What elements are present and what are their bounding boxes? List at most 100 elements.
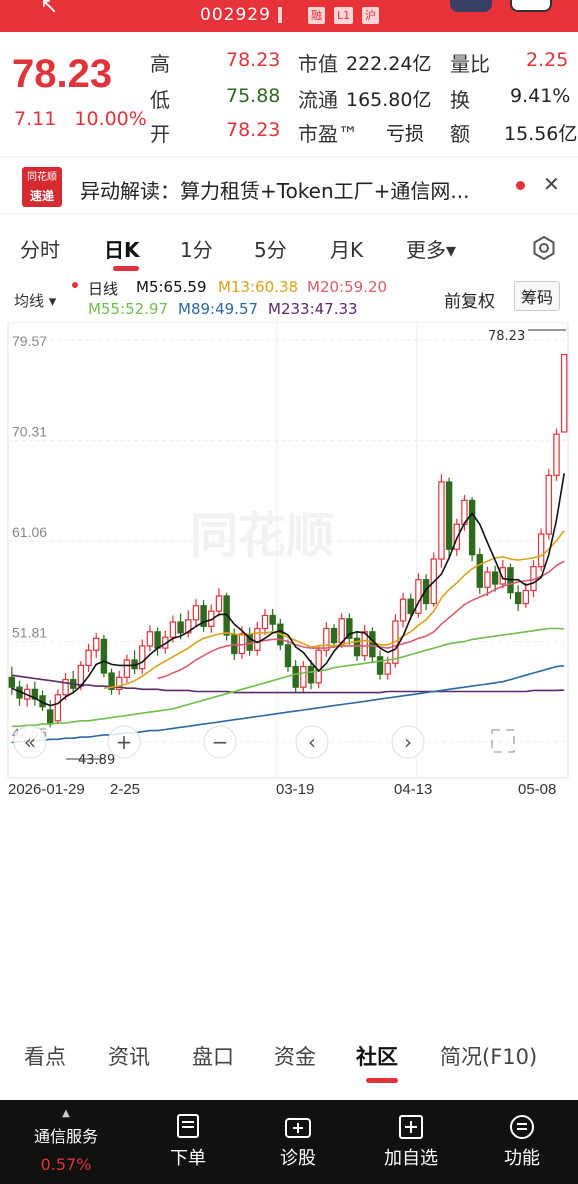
period-tabs: 分时 日K 1分 5分 月K 更多▾ (0, 222, 578, 272)
candle-body (139, 645, 146, 670)
candle-body (369, 631, 376, 658)
tag-exchange: 沪 (362, 7, 379, 24)
x-tick-label: 04-13 (394, 781, 432, 798)
pe-value: 亏损 (386, 123, 425, 145)
market-cap-value: 222.24亿 (346, 53, 432, 75)
tab-highlights[interactable]: 看点 (24, 1041, 66, 1071)
diagnose-icon (285, 1118, 311, 1138)
tab-daily-k[interactable]: 日K (104, 234, 140, 263)
tag-margin: 融 (308, 7, 325, 24)
tab-capital[interactable]: 资金 (274, 1041, 316, 1071)
candle-body (8, 676, 16, 688)
low-label: 低 (150, 88, 170, 112)
legend-dot (72, 282, 78, 288)
pk-icon[interactable] (450, 0, 492, 12)
info-tabs: 看点 资讯 盘口 资金 社区 简况(F10) (0, 1033, 578, 1089)
price-change: 7.11 10.00% (14, 108, 147, 130)
zoom-next-icon: › (404, 730, 412, 754)
pe-label: 市盈™ (298, 122, 358, 146)
x-tick-label: 2026-01-29 (8, 781, 85, 798)
candle-body (484, 571, 491, 588)
candle-body (215, 595, 223, 612)
nav-add-watchlist[interactable]: 加自选 (378, 1114, 444, 1170)
candle-body (476, 554, 483, 588)
logo-top-text: 同花顺 (27, 172, 57, 183)
open-label: 开 (150, 122, 170, 146)
tab-profile-f10[interactable]: 简况(F10) (440, 1041, 537, 1071)
sector-name: 通信服务 (33, 1127, 98, 1146)
candle-body (46, 709, 54, 725)
market-cap-label: 市值 (298, 52, 338, 76)
candle-body (330, 627, 338, 644)
candle-body (85, 649, 92, 667)
unread-dot-icon (516, 181, 525, 190)
high-value: 78.23 (226, 49, 281, 71)
news-headline[interactable]: 异动解读：算力租赁+Token工厂+通信网... (80, 175, 470, 204)
open-value: 78.23 (226, 119, 281, 141)
candle-body (154, 631, 161, 649)
legend-m55: M55:52.97 (88, 300, 169, 318)
nav-order[interactable]: 下单 (160, 1114, 216, 1170)
news-banner[interactable]: 同花顺 速递 异动解读：算力租赁+Token工厂+通信网... ✕ (0, 156, 578, 214)
share-icon[interactable] (510, 0, 552, 12)
tab-intraday[interactable]: 分时 (20, 234, 60, 263)
candle-body (307, 665, 315, 684)
zoom-prev-button[interactable]: ‹ (295, 725, 329, 759)
y-tick-label: 70.31 (12, 424, 47, 440)
back-arrow-icon[interactable]: ↖ (40, 0, 58, 19)
expand-up-icon: ▲ (62, 1108, 70, 1119)
tab-news[interactable]: 资讯 (108, 1041, 150, 1071)
settings-gear-icon[interactable] (532, 236, 556, 260)
candle-body (93, 637, 100, 651)
candle-body (100, 638, 108, 674)
candle-body (376, 656, 384, 675)
zoom-add-button[interactable]: + (107, 725, 141, 759)
nav-add-watchlist-label: 加自选 (384, 1148, 438, 1169)
candle-body (169, 621, 177, 638)
tab-5min[interactable]: 5分 (254, 234, 287, 263)
nav-diagnose[interactable]: 诊股 (270, 1114, 326, 1170)
top-bar: ↖ 002929 融 L1 沪 (0, 0, 578, 32)
volume-ratio-value: 2.25 (526, 49, 569, 71)
candle-body (292, 665, 299, 688)
chips-button[interactable]: 筹码 (514, 281, 561, 311)
watermark-logo: 同花顺 (190, 508, 334, 564)
candle-body (177, 621, 184, 634)
ma-selector[interactable]: 均线 ▾ (14, 290, 56, 311)
zoom-add-icon: + (116, 730, 133, 754)
low-value: 75.88 (226, 85, 281, 107)
legend-m233: M233:47.33 (268, 300, 358, 318)
tab-monthly-k[interactable]: 月K (330, 234, 363, 263)
zoom-next-button[interactable]: › (391, 725, 425, 759)
amount-label: 额 (450, 122, 470, 146)
logo-bottom-text: 速递 (29, 189, 54, 203)
zoom-minus-button[interactable]: − (203, 725, 237, 759)
legend-m89: M89:49.57 (178, 300, 259, 318)
zoom-shrink-icon: « (24, 730, 36, 754)
candle-body (407, 598, 414, 614)
bottom-nav: ▲ 通信服务 0.57% 下单 诊股 加自选 功能 (0, 1100, 578, 1184)
max-price-label: 78.23 (488, 329, 525, 344)
candle-body (238, 633, 246, 655)
turnover-value: 9.41% (510, 85, 571, 107)
tab-more[interactable]: 更多▾ (406, 234, 456, 263)
sector-info[interactable]: ▲ 通信服务 0.57% (20, 1108, 112, 1174)
tab-orderbook[interactable]: 盘口 (192, 1041, 234, 1071)
stock-detail-screen: ↖ 002929 融 L1 沪 78.23 7.11 10.00% 高 低 开 … (0, 0, 578, 1184)
order-icon (177, 1114, 199, 1138)
tab-1min[interactable]: 1分 (180, 234, 213, 263)
divider (278, 7, 282, 23)
restore-adjust[interactable]: 前复权 (444, 287, 495, 312)
nav-functions[interactable]: 功能 (494, 1114, 550, 1170)
add-watchlist-icon (399, 1115, 423, 1139)
candle-body (261, 614, 269, 630)
zoom-shrink-button[interactable]: « (13, 725, 47, 759)
y-tick-label: 61.06 (12, 524, 47, 540)
close-icon[interactable]: ✕ (543, 172, 560, 196)
candlestick-chart[interactable]: 79.5770.3161.0651.8142.55同花顺78.2343.89«+… (0, 322, 578, 802)
quote-panel: 78.23 7.11 10.00% 高 低 开 78.23 75.88 78.2… (0, 32, 578, 152)
candle-body (522, 589, 530, 605)
tab-community[interactable]: 社区 (356, 1041, 398, 1071)
candle-body (514, 592, 522, 605)
stock-code: 002929 (200, 5, 271, 25)
